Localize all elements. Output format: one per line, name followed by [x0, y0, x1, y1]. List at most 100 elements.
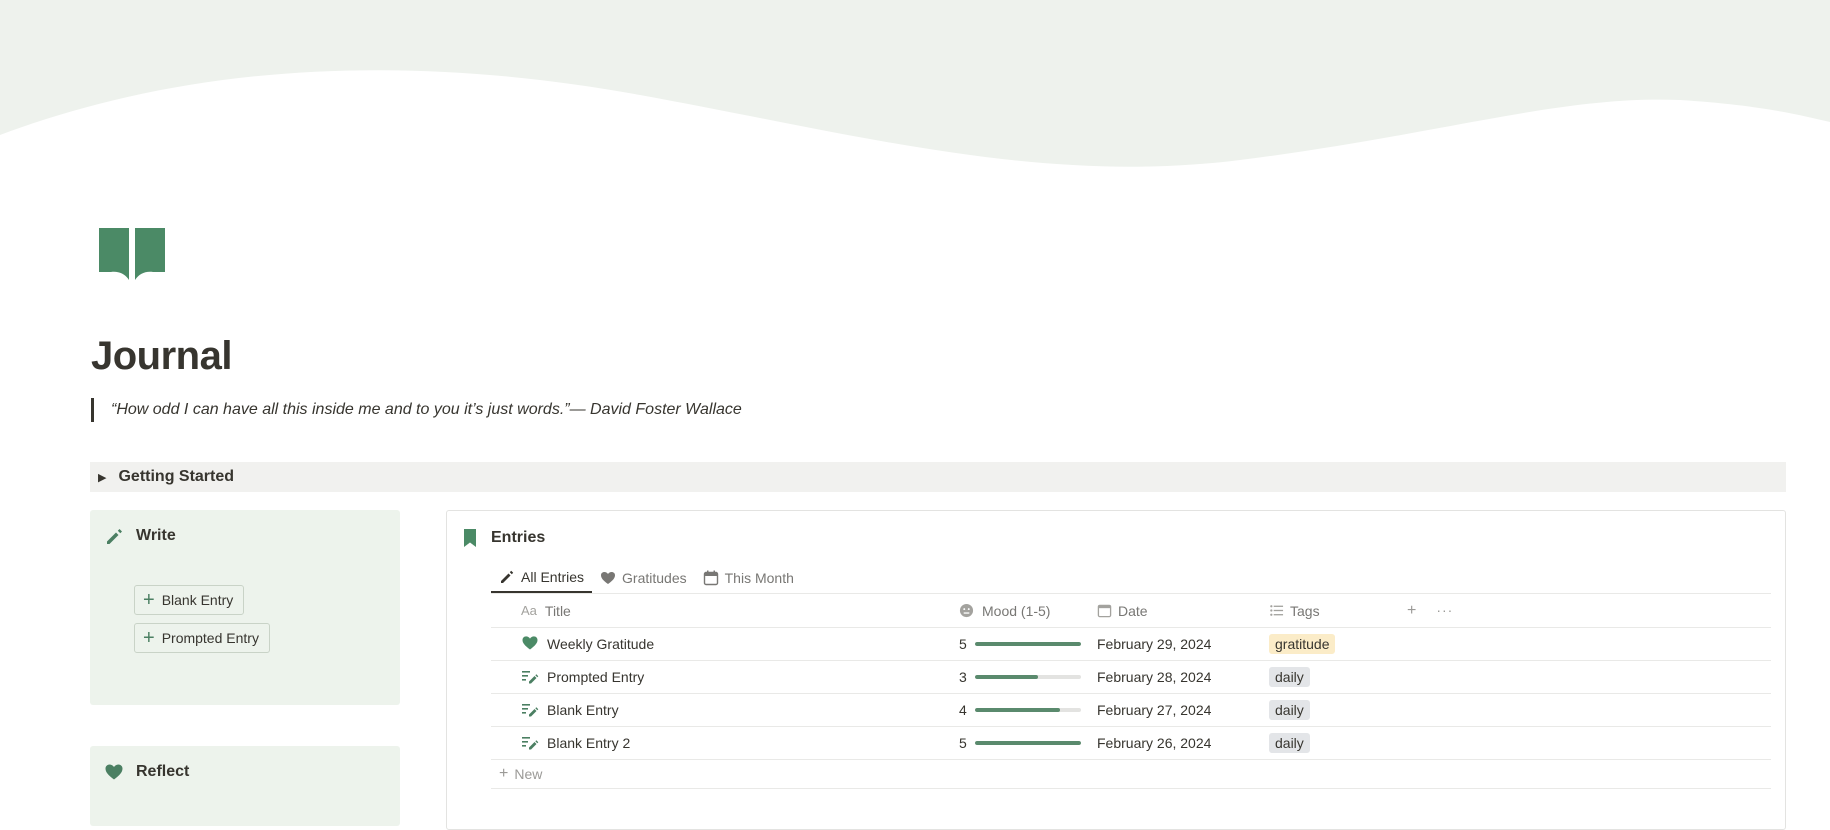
cell-title[interactable]: Weekly Gratitude — [491, 634, 951, 655]
bookmark-icon — [464, 529, 476, 547]
mood-bar-fill — [974, 642, 1081, 646]
tag-badge: gratitude — [1269, 634, 1336, 654]
text-type-icon: Aa — [521, 603, 537, 618]
book-open-icon[interactable] — [97, 224, 167, 284]
tab-all-entries[interactable]: All Entries — [491, 563, 593, 593]
blank-entry-label: Blank Entry — [161, 592, 234, 608]
reflect-heading-label: Reflect — [136, 763, 190, 780]
pencil-icon — [107, 529, 122, 544]
database-title-label: Entries — [491, 529, 546, 546]
mood-bar — [974, 675, 1081, 679]
calendar-icon — [1097, 604, 1112, 618]
mood-bar-fill — [974, 708, 1060, 712]
cell-tags[interactable]: gratitude — [1261, 634, 1401, 654]
entries-table: Aa Title Mood (1-5) Date Tags + ··· Week… — [491, 593, 1771, 789]
more-options-icon[interactable]: ··· — [1436, 602, 1453, 620]
toggle-label: Getting Started — [118, 468, 235, 485]
prompted-entry-button[interactable]: + Prompted Entry — [134, 623, 270, 653]
entries-database: Entries All Entries Gratitudes This Mont… — [446, 510, 1786, 830]
column-header-date-label: Date — [1118, 602, 1148, 619]
tag-badge: daily — [1269, 667, 1310, 687]
text-pen-icon — [522, 670, 539, 683]
new-entry-label: New — [514, 766, 543, 782]
entry-title[interactable]: Blank Entry 2 — [547, 735, 630, 751]
reflect-card: Reflect — [90, 746, 400, 826]
reflect-heading: Reflect — [104, 762, 189, 782]
tag-badge: daily — [1269, 700, 1310, 720]
cell-mood[interactable]: 3 — [951, 669, 1089, 685]
blank-entry-button[interactable]: + Blank Entry — [134, 585, 245, 615]
text-pen-icon — [522, 703, 539, 716]
mood-bar-fill — [974, 741, 1081, 745]
column-header-tags-label: Tags — [1290, 602, 1320, 619]
cell-date[interactable]: February 29, 2024 — [1089, 636, 1261, 652]
text-pen-icon — [522, 736, 539, 749]
cell-mood[interactable]: 5 — [951, 735, 1089, 751]
column-header-mood-label: Mood (1-5) — [982, 602, 1051, 619]
plus-icon: + — [143, 627, 155, 649]
mood-bar — [974, 642, 1081, 646]
cover-image — [0, 0, 1830, 180]
cell-mood[interactable]: 5 — [951, 636, 1089, 652]
add-property-icon[interactable]: + — [1407, 602, 1416, 620]
cell-mood[interactable]: 4 — [951, 702, 1089, 718]
table-row[interactable]: Blank Entry 2 5 February 26, 2024 daily — [491, 726, 1771, 759]
column-header-title[interactable]: Aa Title — [491, 603, 951, 619]
tab-label: This Month — [724, 570, 794, 586]
mood-value: 4 — [959, 702, 967, 718]
heart-icon — [522, 635, 538, 649]
mood-bar-fill — [974, 675, 1039, 679]
write-card: Write + Blank Entry + Prompted Entry — [90, 510, 400, 705]
view-tabs: All Entries Gratitudes This Month — [491, 563, 802, 593]
entry-date: February 29, 2024 — [1097, 636, 1212, 652]
table-body: Weekly Gratitude 5 February 29, 2024 gra… — [491, 627, 1771, 759]
table-row[interactable]: Prompted Entry 3 February 28, 2024 daily — [491, 660, 1771, 693]
write-heading-label: Write — [136, 527, 176, 544]
mood-face-icon — [959, 603, 974, 618]
list-icon — [1270, 605, 1284, 616]
column-header-date[interactable]: Date — [1089, 603, 1261, 619]
page-title[interactable]: Journal — [91, 334, 232, 379]
cell-title[interactable]: Blank Entry 2 — [491, 733, 951, 754]
tag-badge: daily — [1269, 733, 1310, 753]
tab-gratitudes[interactable]: Gratitudes — [592, 563, 695, 593]
entry-date: February 27, 2024 — [1097, 702, 1212, 718]
mood-value: 3 — [959, 669, 967, 685]
column-header-tags[interactable]: Tags — [1261, 603, 1401, 619]
mood-bar — [974, 708, 1081, 712]
cell-title[interactable]: Prompted Entry — [491, 667, 951, 688]
cell-date[interactable]: February 26, 2024 — [1089, 735, 1261, 751]
toggle-triangle-icon[interactable]: ▶ — [98, 471, 106, 484]
table-row[interactable]: Blank Entry 4 February 27, 2024 daily — [491, 693, 1771, 726]
cell-date[interactable]: February 27, 2024 — [1089, 702, 1261, 718]
calendar-icon — [703, 570, 718, 586]
write-heading: Write — [104, 526, 176, 546]
entry-date: February 28, 2024 — [1097, 669, 1212, 685]
table-header: Aa Title Mood (1-5) Date Tags + ··· — [491, 593, 1771, 627]
mood-value: 5 — [959, 636, 967, 652]
mood-value: 5 — [959, 735, 967, 751]
table-row[interactable]: Weekly Gratitude 5 February 29, 2024 gra… — [491, 627, 1771, 660]
cell-tags[interactable]: daily — [1261, 733, 1401, 753]
cell-tags[interactable]: daily — [1261, 700, 1401, 720]
getting-started-toggle[interactable]: ▶ Getting Started — [90, 462, 1786, 492]
entry-title[interactable]: Prompted Entry — [547, 669, 644, 685]
pencil-icon — [501, 570, 514, 583]
tab-label: Gratitudes — [622, 570, 687, 586]
entry-date: February 26, 2024 — [1097, 735, 1212, 751]
entry-title[interactable]: Blank Entry — [547, 702, 619, 718]
heart-icon — [601, 572, 616, 584]
plus-icon: + — [143, 589, 155, 611]
column-header-mood[interactable]: Mood (1-5) — [951, 603, 1089, 619]
heart-icon — [105, 764, 123, 780]
entry-title[interactable]: Weekly Gratitude — [547, 636, 654, 652]
tab-this-month[interactable]: This Month — [695, 563, 802, 593]
cell-title[interactable]: Blank Entry — [491, 700, 951, 721]
new-entry-row[interactable]: + New — [491, 759, 1771, 789]
cell-tags[interactable]: daily — [1261, 667, 1401, 687]
cell-date[interactable]: February 28, 2024 — [1089, 669, 1261, 685]
prompted-entry-label: Prompted Entry — [161, 630, 259, 646]
page-quote: “How odd I can have all this inside me a… — [91, 398, 742, 422]
database-title[interactable]: Entries — [463, 528, 545, 548]
mood-bar — [974, 741, 1081, 745]
